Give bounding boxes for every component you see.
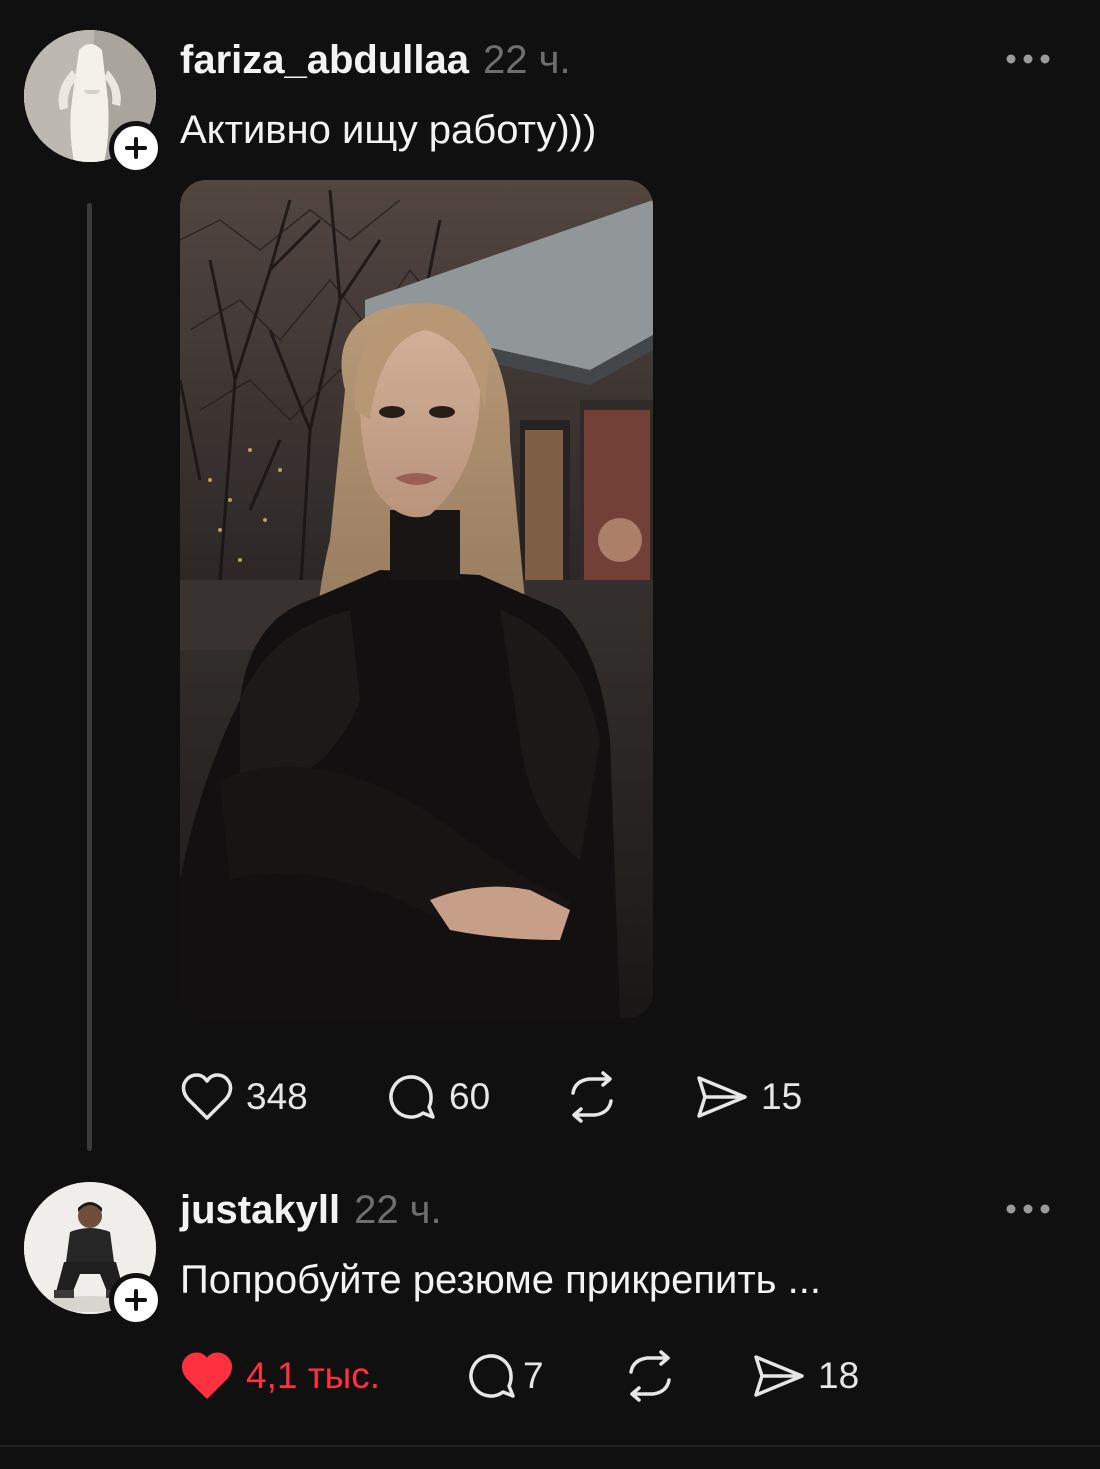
share-button[interactable]: 18 — [752, 1346, 859, 1406]
comment-icon — [389, 1075, 435, 1119]
post-photo[interactable] — [180, 180, 653, 1018]
post-header: fariza_abdullaa 22 ч. — [180, 36, 571, 84]
comment-icon — [469, 1354, 515, 1398]
post-time: 22 ч. — [354, 1188, 442, 1232]
post-fariza: fariza_abdullaa 22 ч. Активно ищу работу)… — [0, 0, 1100, 1160]
post-text: Активно ищу работу))) — [180, 108, 597, 152]
share-count: 15 — [761, 1076, 803, 1117]
repost-button[interactable] — [565, 1067, 619, 1127]
share-button[interactable]: 15 — [695, 1067, 802, 1127]
post-justakyll: justakyll 22 ч. Попробуйте резюме прикреп… — [0, 1160, 1100, 1445]
comment-button[interactable]: 60 — [385, 1067, 490, 1127]
share-count: 18 — [818, 1355, 860, 1396]
share-icon — [697, 1076, 747, 1118]
heart-icon — [181, 1073, 233, 1120]
like-button[interactable]: 4,1 тыс. — [180, 1346, 380, 1406]
more-options-button[interactable] — [998, 1194, 1058, 1224]
share-icon — [754, 1355, 804, 1397]
post-actions: 4,1 тыс. 7 18 — [180, 1346, 900, 1406]
comment-count: 7 — [523, 1355, 544, 1396]
more-options-button[interactable] — [998, 44, 1058, 74]
comment-button[interactable]: 7 — [465, 1346, 544, 1406]
more-icon — [1006, 1204, 1050, 1214]
username[interactable]: fariza_abdullaa — [180, 38, 469, 82]
plus-icon — [125, 137, 147, 159]
repost-icon — [629, 1350, 671, 1402]
follow-button[interactable] — [109, 1273, 163, 1327]
heart-icon — [182, 1352, 232, 1399]
plus-icon — [125, 1289, 147, 1311]
repost-button[interactable] — [623, 1346, 677, 1406]
like-count: 348 — [246, 1076, 308, 1117]
divider — [0, 1445, 1100, 1447]
repost-icon — [571, 1071, 613, 1123]
comment-count: 60 — [449, 1076, 491, 1117]
thread-line — [87, 203, 92, 1151]
post-actions: 348 60 15 — [180, 1067, 860, 1127]
post-header: justakyll 22 ч. — [180, 1186, 442, 1234]
more-icon — [1006, 54, 1050, 64]
like-button[interactable]: 348 — [180, 1067, 308, 1127]
username[interactable]: justakyll — [180, 1188, 340, 1232]
post-text: Попробуйте резюме прикрепить ... — [180, 1258, 821, 1302]
post-time: 22 ч. — [483, 38, 571, 82]
follow-button[interactable] — [109, 121, 163, 175]
like-count: 4,1 тыс. — [246, 1355, 381, 1396]
